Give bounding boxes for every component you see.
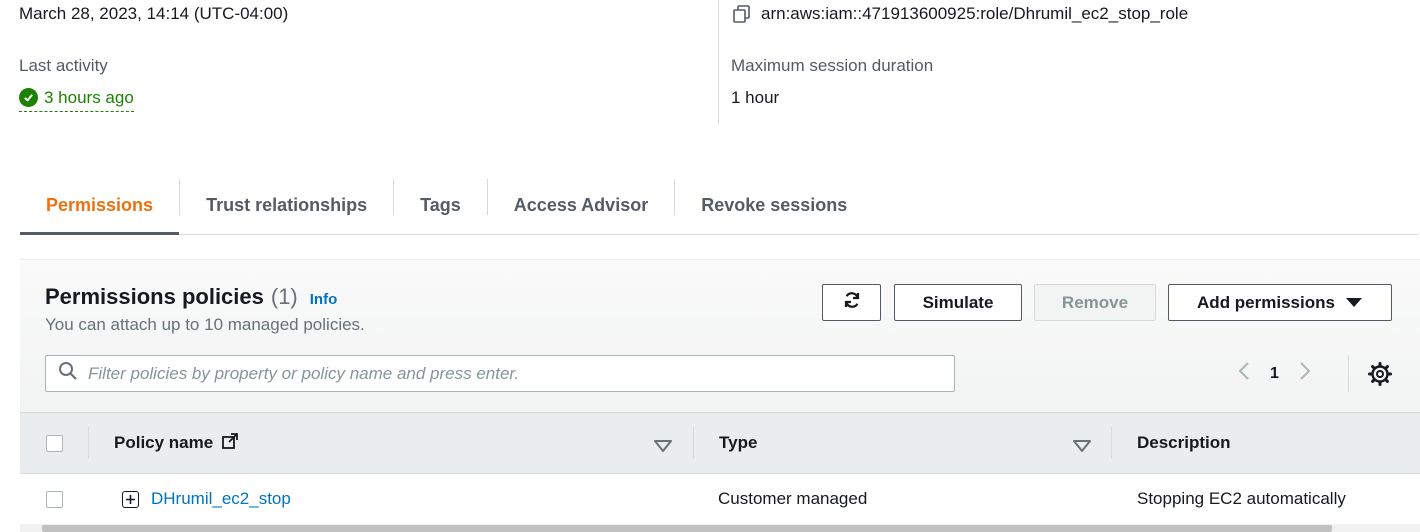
- pagination: 1: [1238, 355, 1311, 392]
- refresh-icon: [842, 290, 862, 315]
- select-all-cell: [46, 413, 63, 473]
- simulate-button[interactable]: Simulate: [894, 284, 1022, 321]
- role-arn: arn:aws:iam::471913600925:role/Dhrumil_e…: [761, 4, 1189, 23]
- last-activity-value[interactable]: 3 hours ago: [19, 86, 134, 112]
- max-session-value: 1 hour: [731, 88, 780, 107]
- column-separator: [693, 427, 694, 459]
- refresh-button[interactable]: [822, 284, 881, 321]
- table-row: DHrumil_ec2_stop Customer managed Stoppi…: [20, 474, 1420, 524]
- panel-title: Permissions policies (1) Info: [45, 284, 337, 310]
- column-separator: [88, 427, 89, 459]
- select-all-checkbox[interactable]: [46, 434, 63, 452]
- panel-description: You can attach up to 10 managed policies…: [45, 315, 365, 334]
- gear-icon[interactable]: [1367, 361, 1393, 387]
- sort-icon[interactable]: [654, 437, 672, 457]
- tab-revoke-sessions[interactable]: Revoke sessions: [675, 176, 873, 234]
- arn-row: arn:aws:iam::471913600925:role/Dhrumil_e…: [732, 4, 1188, 24]
- creation-date: March 28, 2023, 14:14 (UTC-04:00): [19, 4, 289, 23]
- remove-button[interactable]: Remove: [1034, 284, 1156, 321]
- search-input[interactable]: [88, 363, 948, 384]
- sort-icon[interactable]: [1073, 437, 1091, 457]
- policy-type-cell: Customer managed: [718, 489, 868, 508]
- tab-trust-relationships[interactable]: Trust relationships: [180, 176, 393, 234]
- info-link[interactable]: Info: [310, 291, 338, 308]
- search-icon: [58, 361, 78, 386]
- horizontal-scrollbar[interactable]: [20, 524, 1420, 532]
- scrollbar-thumb[interactable]: [42, 525, 1332, 532]
- panel-title-text: Permissions policies: [45, 284, 264, 309]
- pager-separator: [1348, 355, 1349, 392]
- column-policy-name[interactable]: Policy name: [114, 413, 239, 473]
- row-select-cell: [46, 474, 63, 524]
- external-link-icon: [221, 432, 239, 455]
- column-policy-name-label: Policy name: [114, 433, 214, 452]
- policy-description-cell: Stopping EC2 automatically: [1137, 489, 1346, 508]
- tab-tags[interactable]: Tags: [394, 176, 487, 234]
- policy-filter[interactable]: [45, 355, 955, 392]
- expand-icon[interactable]: [122, 490, 139, 508]
- last-activity-text: 3 hours ago: [44, 87, 134, 107]
- column-type[interactable]: Type: [719, 413, 757, 473]
- tab-permissions[interactable]: Permissions: [20, 176, 180, 235]
- column-description[interactable]: Description: [1137, 413, 1231, 473]
- tab-access-advisor[interactable]: Access Advisor: [488, 176, 674, 234]
- policy-count: (1): [270, 284, 298, 309]
- table-header: Policy name Type Description: [20, 412, 1420, 474]
- tab-bar: Permissions Trust relationships Tags Acc…: [20, 176, 1418, 235]
- chevron-right-icon[interactable]: [1299, 361, 1311, 386]
- copy-icon[interactable]: [732, 4, 752, 24]
- summary-divider: [718, 0, 719, 124]
- check-circle-icon: [19, 88, 38, 107]
- chevron-left-icon[interactable]: [1238, 361, 1250, 386]
- column-separator: [1111, 427, 1112, 459]
- current-page[interactable]: 1: [1270, 365, 1279, 383]
- policy-name-link[interactable]: DHrumil_ec2_stop: [151, 489, 291, 509]
- permissions-policies-panel: Permissions policies (1) Info You can at…: [20, 259, 1420, 532]
- caret-down-icon: [1345, 293, 1363, 313]
- policy-name-cell: DHrumil_ec2_stop: [122, 474, 291, 524]
- max-session-label: Maximum session duration: [731, 56, 934, 75]
- row-checkbox[interactable]: [46, 490, 63, 508]
- add-permissions-button[interactable]: Add permissions: [1168, 284, 1392, 321]
- last-activity-label: Last activity: [19, 56, 108, 75]
- add-permissions-label: Add permissions: [1197, 292, 1335, 312]
